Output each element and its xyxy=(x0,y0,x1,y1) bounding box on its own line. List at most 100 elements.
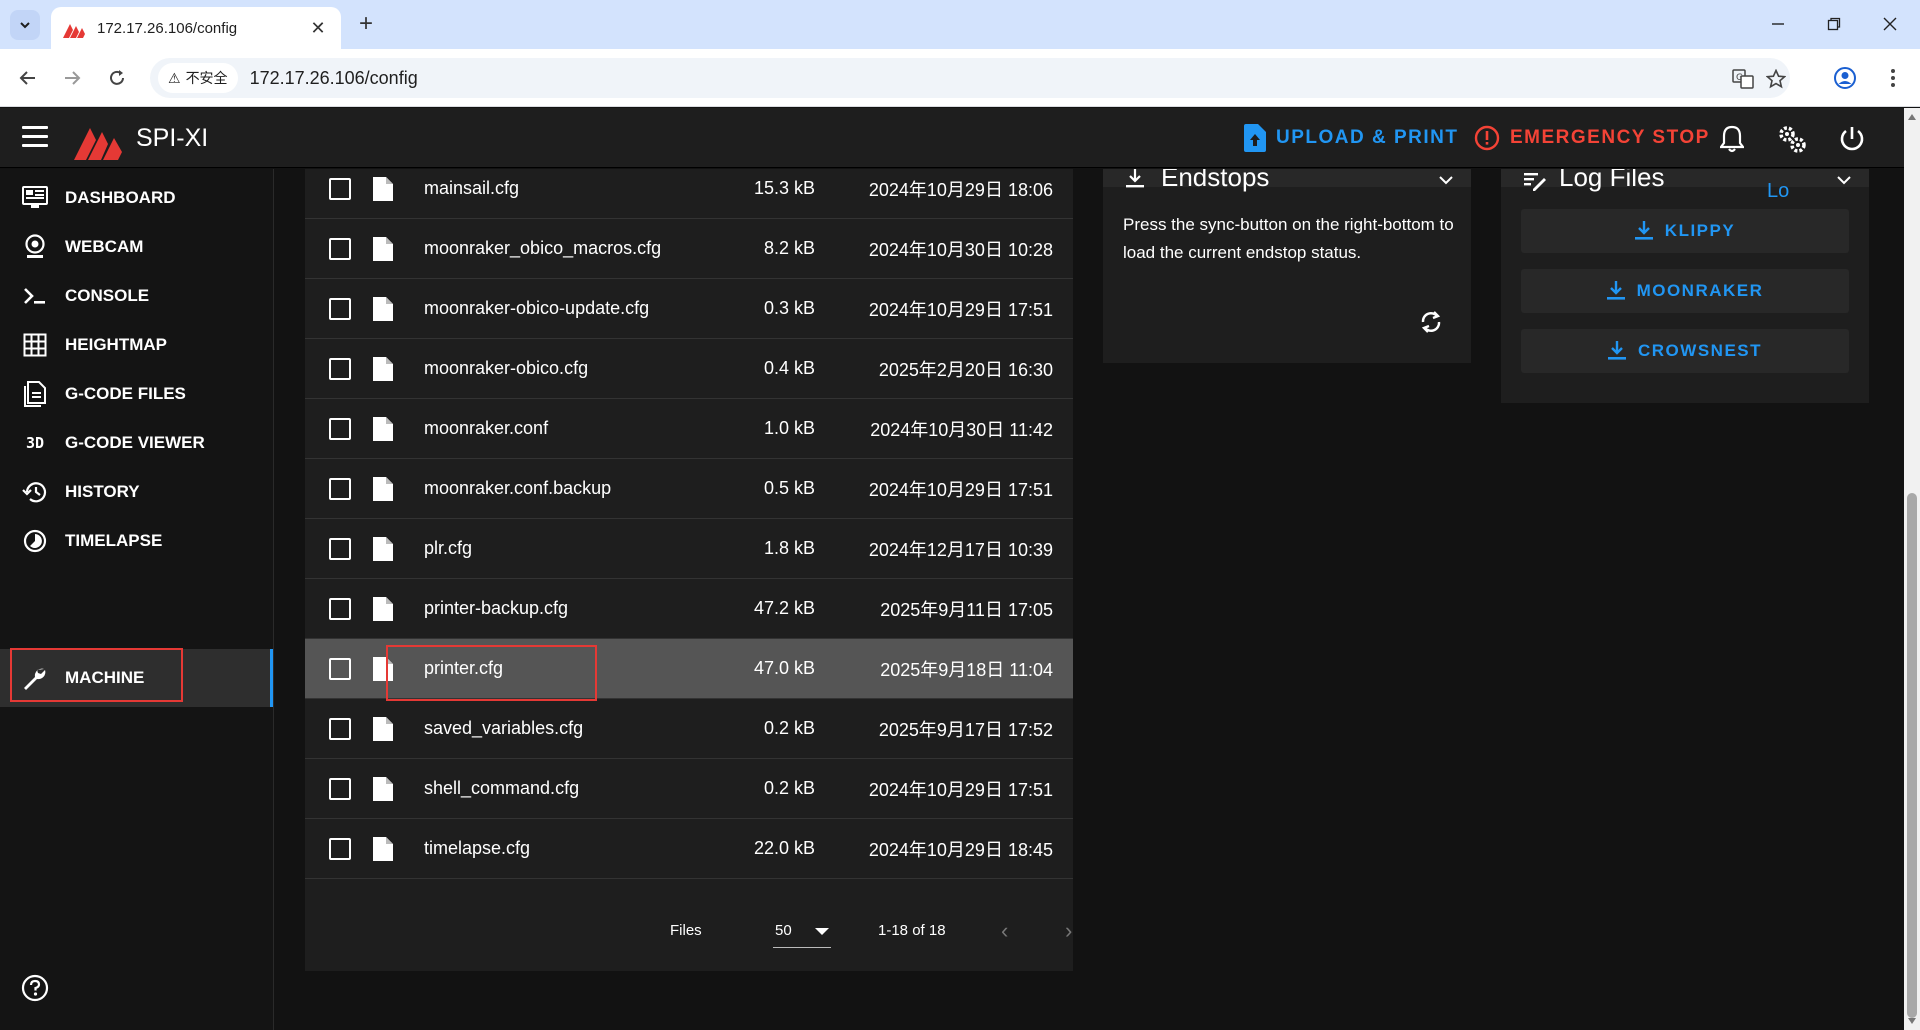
sidebar-item-label: G-CODE VIEWER xyxy=(65,433,205,452)
file-size: 47.0 kB xyxy=(753,658,815,678)
new-tab-button[interactable]: + xyxy=(352,10,380,38)
caret-down-icon xyxy=(815,928,829,935)
row-checkbox[interactable] xyxy=(329,417,351,440)
file-icon xyxy=(373,356,393,381)
row-checkbox[interactable] xyxy=(329,237,351,260)
reload-button[interactable] xyxy=(102,63,132,93)
row-checkbox[interactable] xyxy=(329,477,351,500)
table-row[interactable]: mainsail.cfg 15.3 kB 2024年10月29日 18:06 xyxy=(305,169,1073,219)
row-checkbox[interactable] xyxy=(329,777,351,800)
url-text[interactable]: 172.17.26.106/config xyxy=(250,68,418,89)
printer-cfg-highlight-box xyxy=(386,645,597,701)
file-name: printer-backup.cfg xyxy=(424,598,569,618)
file-name: shell_command.cfg xyxy=(424,778,580,798)
scroll-up-icon[interactable] xyxy=(1908,114,1916,120)
endstops-title: Endstops xyxy=(1161,169,1270,192)
log-files-card: Log Files Lo KLIPPY MOONRAKER CROWSNEST xyxy=(1501,169,1869,403)
restore-button[interactable] xyxy=(1812,8,1856,40)
row-checkbox[interactable] xyxy=(329,657,351,680)
emergency-stop-label: EMERGENCY STOP xyxy=(1510,127,1710,148)
tab-search-button[interactable] xyxy=(10,10,40,40)
log-files-header[interactable]: Log Files Lo xyxy=(1501,169,1869,202)
next-page-icon[interactable]: › xyxy=(1065,918,1072,944)
browser-toolbar: ⚠ 不安全 172.17.26.106/config G xyxy=(0,49,1920,107)
sidebar-item-timelapse[interactable]: TIMELAPSE xyxy=(0,512,273,570)
address-bar[interactable]: ⚠ 不安全 172.17.26.106/config G xyxy=(150,58,1790,98)
endstops-card: Endstops Press the sync-button on the ri… xyxy=(1103,169,1471,363)
table-row[interactable]: moonraker-obico-update.cfg 0.3 kB 2024年1… xyxy=(305,279,1073,339)
file-edit-icon xyxy=(1524,173,1546,191)
close-window-button[interactable] xyxy=(1868,8,1912,40)
file-size: 8.2 kB xyxy=(763,238,815,258)
back-button[interactable] xyxy=(13,63,43,93)
table-row[interactable]: moonraker_obico_macros.cfg 8.2 kB 2024年1… xyxy=(305,219,1073,279)
file-name: moonraker-obico-update.cfg xyxy=(424,298,650,318)
file-name: moonraker.conf xyxy=(424,418,549,438)
bookmark-star-icon[interactable] xyxy=(1763,66,1789,92)
table-row[interactable]: moonraker.conf.backup 0.5 kB 2024年10月29日… xyxy=(305,459,1073,519)
table-row[interactable]: shell_command.cfg 0.2 kB 2024年10月29日 17:… xyxy=(305,759,1073,819)
close-tab-icon[interactable]: ✕ xyxy=(307,18,329,39)
profile-icon[interactable] xyxy=(1832,65,1858,91)
app-bar: SPI-XI UPLOAD & PRINT EMERGENCY STOP xyxy=(0,108,1904,168)
translate-icon[interactable]: G xyxy=(1730,66,1756,92)
row-checkbox[interactable] xyxy=(329,357,351,380)
file-icon xyxy=(373,176,393,201)
close-icon xyxy=(1883,17,1897,31)
table-row[interactable]: saved_variables.cfg 0.2 kB 2025年9月17日 17… xyxy=(305,699,1073,759)
security-chip[interactable]: ⚠ 不安全 xyxy=(158,63,238,93)
minimize-button[interactable] xyxy=(1756,8,1800,40)
endstops-header[interactable]: Endstops xyxy=(1103,169,1471,192)
table-row-selected[interactable]: printer.cfg 47.0 kB 2025年9月18日 11:04 xyxy=(305,639,1073,701)
upload-print-button[interactable]: UPLOAD & PRINT xyxy=(1244,123,1459,153)
bell-icon[interactable] xyxy=(1716,123,1748,155)
download-klippy-log-button[interactable]: KLIPPY xyxy=(1521,209,1849,253)
restore-icon xyxy=(1827,17,1841,31)
file-date: 2024年10月29日 18:45 xyxy=(868,839,1053,860)
row-checkbox[interactable] xyxy=(329,597,351,620)
per-page-select[interactable]: 50 xyxy=(773,918,831,948)
table-row[interactable]: plr.cfg 1.8 kB 2024年12月17日 10:39 xyxy=(305,519,1073,579)
file-icon xyxy=(373,536,393,561)
download-moonraker-log-button[interactable]: MOONRAKER xyxy=(1521,269,1849,313)
file-size: 1.0 kB xyxy=(763,418,815,438)
row-checkbox[interactable] xyxy=(329,837,351,860)
table-row[interactable]: moonraker.conf 1.0 kB 2024年10月30日 11:42 xyxy=(305,399,1073,459)
main-content: mainsail.cfg 15.3 kB 2024年10月29日 18:06 m… xyxy=(275,169,1904,1030)
file-name: plr.cfg xyxy=(424,538,473,558)
browser-tabstrip: 172.17.26.106/config ✕ + xyxy=(0,0,1920,49)
emergency-stop-button[interactable]: EMERGENCY STOP xyxy=(1474,123,1710,153)
more-menu-icon[interactable] xyxy=(1880,65,1906,91)
page-scrollbar[interactable] xyxy=(1904,108,1920,1030)
table-row[interactable]: moonraker-obico.cfg 0.4 kB 2025年2月20日 16… xyxy=(305,339,1073,399)
help-circle-icon[interactable] xyxy=(20,973,50,1003)
chevron-down-icon[interactable] xyxy=(1439,175,1453,185)
file-date: 2024年12月17日 10:39 xyxy=(868,539,1053,560)
webcam-icon xyxy=(20,232,50,262)
file-date: 2024年10月29日 17:51 xyxy=(868,779,1053,800)
menu-icon[interactable] xyxy=(22,126,48,150)
power-icon[interactable] xyxy=(1836,123,1868,155)
previous-page-icon[interactable]: ‹ xyxy=(1001,918,1008,944)
log-button-label: CROWSNEST xyxy=(1638,341,1762,360)
row-checkbox[interactable] xyxy=(329,537,351,560)
file-icon xyxy=(373,236,393,261)
scroll-down-icon[interactable] xyxy=(1908,1018,1916,1024)
row-checkbox[interactable] xyxy=(329,717,351,740)
table-row[interactable]: timelapse.cfg 22.0 kB 2024年10月29日 18:45 xyxy=(305,819,1073,879)
scroll-thumb[interactable] xyxy=(1907,493,1917,1018)
chevron-down-icon xyxy=(20,22,30,29)
file-icon xyxy=(373,836,393,861)
log-header-fragment: Lo xyxy=(1767,180,1790,202)
sync-icon[interactable] xyxy=(1418,309,1444,335)
table-row[interactable]: printer-backup.cfg 47.2 kB 2025年9月11日 17… xyxy=(305,579,1073,639)
forward-button[interactable] xyxy=(57,63,87,93)
row-checkbox[interactable] xyxy=(329,177,351,200)
download-crowsnest-log-button[interactable]: CROWSNEST xyxy=(1521,329,1849,373)
per-page-value: 50 xyxy=(775,922,792,939)
cogs-icon[interactable] xyxy=(1776,123,1808,155)
file-size: 1.8 kB xyxy=(763,538,815,558)
chevron-down-icon[interactable] xyxy=(1837,175,1851,185)
browser-tab[interactable]: 172.17.26.106/config ✕ xyxy=(51,7,341,49)
row-checkbox[interactable] xyxy=(329,297,351,320)
